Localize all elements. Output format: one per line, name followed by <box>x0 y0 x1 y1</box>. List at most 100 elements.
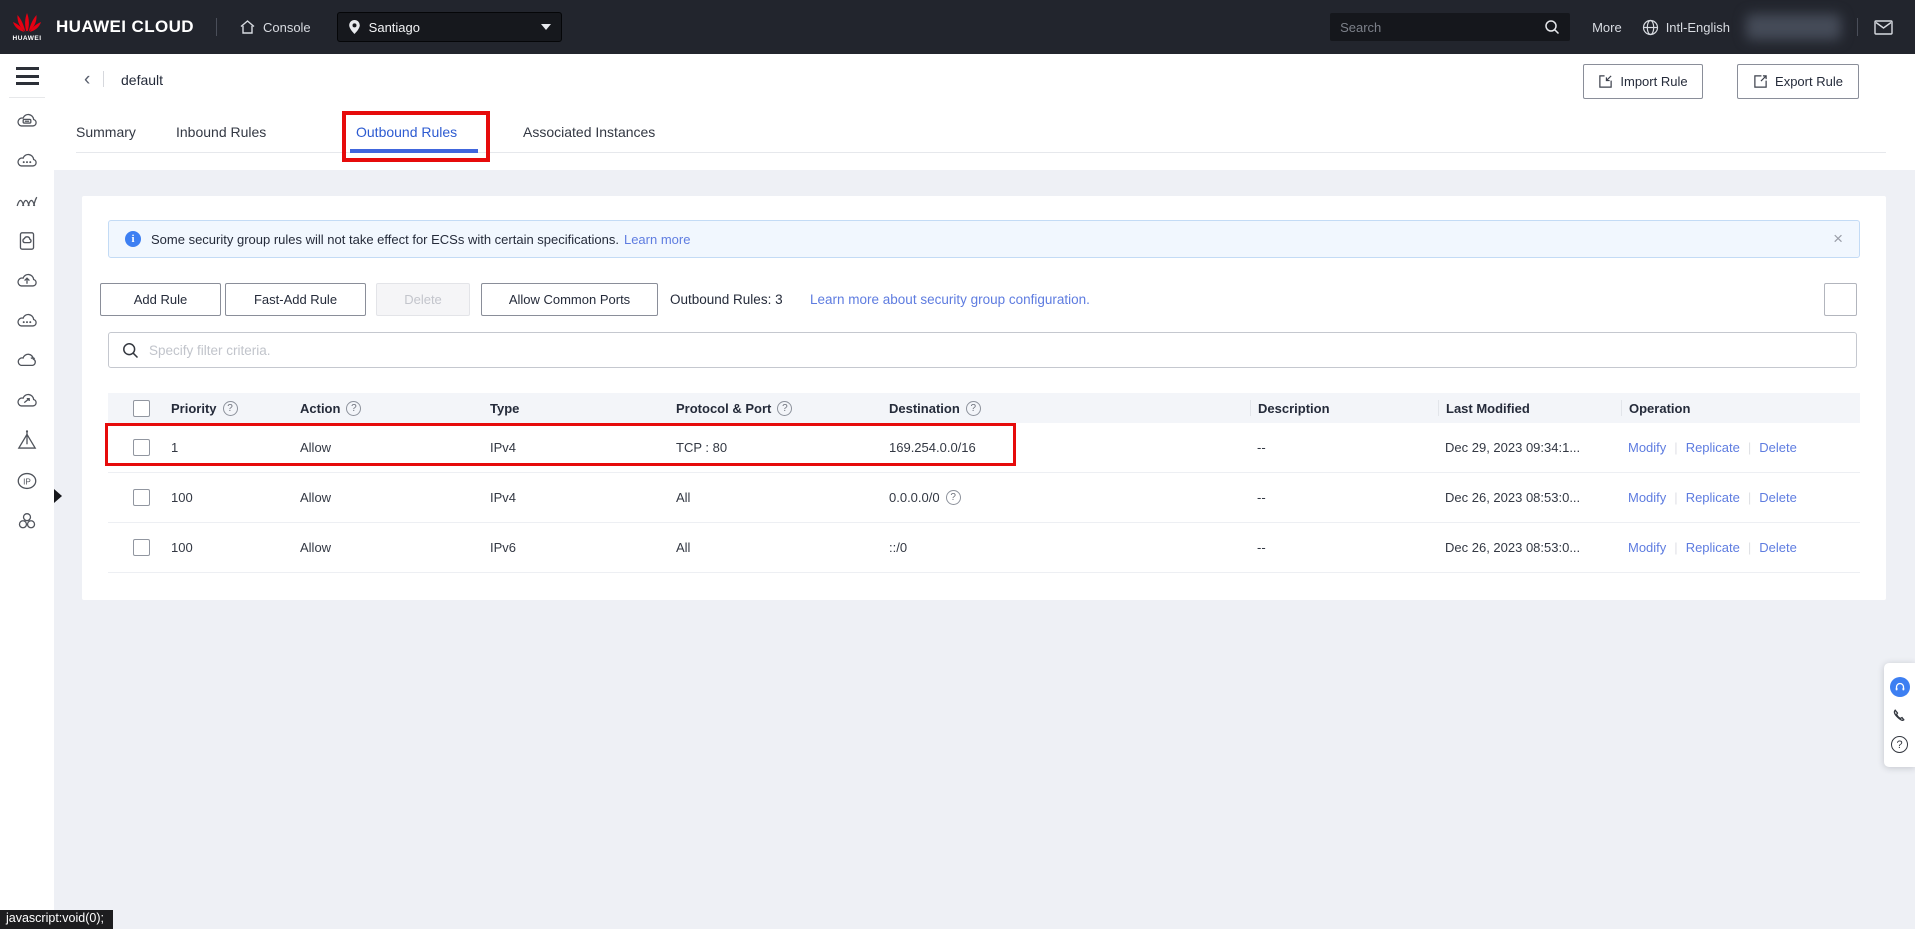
filter-bar[interactable] <box>108 332 1857 368</box>
help-icon[interactable]: ? <box>966 401 981 416</box>
auto-scaling-icon[interactable] <box>14 188 40 214</box>
phone-support-button[interactable] <box>1891 708 1908 725</box>
dedicated-host-icon[interactable] <box>14 428 40 454</box>
home-icon <box>239 19 256 35</box>
more-menu[interactable]: More <box>1592 20 1622 35</box>
col-action: Action <box>300 401 340 416</box>
operation-divider: | <box>1674 490 1677 505</box>
globe-icon <box>1642 19 1659 36</box>
operation-divider: | <box>1748 490 1751 505</box>
security-group-config-link[interactable]: Learn more about security group configur… <box>810 292 1090 307</box>
action-value: Allow <box>293 490 483 505</box>
last-modified-value: Dec 29, 2023 09:34:1... <box>1438 440 1621 455</box>
huawei-logo[interactable]: HUAWEI <box>12 12 42 42</box>
outbound-rules-panel: i Some security group rules will not tak… <box>82 196 1886 600</box>
modify-link[interactable]: Modify <box>1628 490 1666 505</box>
delete-link[interactable]: Delete <box>1759 540 1797 555</box>
hamburger-menu-icon[interactable] <box>16 67 39 85</box>
tab-outbound-rules[interactable]: Outbound Rules <box>356 124 457 140</box>
messages-button[interactable] <box>1874 20 1893 35</box>
col-description: Description <box>1258 401 1330 416</box>
vpc-cluster-icon[interactable] <box>14 508 40 534</box>
cloud-icon[interactable] <box>14 348 40 374</box>
tab-baseline <box>76 152 1886 153</box>
image-document-icon[interactable] <box>14 228 40 254</box>
filter-input[interactable] <box>149 343 1843 358</box>
modify-link[interactable]: Modify <box>1628 540 1666 555</box>
eip-icon[interactable]: IP <box>14 468 40 494</box>
row-checkbox[interactable] <box>133 439 150 456</box>
delete-link[interactable]: Delete <box>1759 490 1797 505</box>
fast-add-rule-button[interactable]: Fast-Add Rule <box>225 283 366 316</box>
replicate-link[interactable]: Replicate <box>1686 490 1740 505</box>
delete-link[interactable]: Delete <box>1759 440 1797 455</box>
phone-icon <box>1891 708 1908 725</box>
description-value: -- <box>1250 440 1438 455</box>
col-priority: Priority <box>171 401 217 416</box>
last-modified-value: Dec 26, 2023 08:53:0... <box>1438 540 1621 555</box>
row-checkbox[interactable] <box>133 489 150 506</box>
global-search-input[interactable] <box>1340 20 1544 35</box>
global-search[interactable] <box>1330 13 1570 41</box>
replicate-link[interactable]: Replicate <box>1686 540 1740 555</box>
table-row: 100 Allow IPv6 All ::/0 -- Dec 26, 2023 … <box>108 523 1860 573</box>
help-icon[interactable]: ? <box>346 401 361 416</box>
tab-associated-instances[interactable]: Associated Instances <box>523 124 655 140</box>
col-destination: Destination <box>889 401 960 416</box>
cloud-server-icon[interactable] <box>14 108 40 134</box>
type-value: IPv4 <box>483 440 669 455</box>
help-button[interactable]: ? <box>1891 736 1908 753</box>
description-value: -- <box>1250 540 1438 555</box>
action-value: Allow <box>293 440 483 455</box>
customer-service-button[interactable] <box>1890 677 1910 697</box>
rules-table: Priority? Action? Type Protocol & Port? … <box>108 393 1860 573</box>
cloud-dots-icon[interactable] <box>14 308 40 334</box>
tab-summary[interactable]: Summary <box>76 124 136 140</box>
cloud-transfer-icon[interactable] <box>14 388 40 414</box>
import-icon <box>1598 74 1613 89</box>
close-icon[interactable]: × <box>1833 231 1843 247</box>
question-mark-icon: ? <box>1891 736 1908 753</box>
console-nav-item[interactable]: Console <box>239 19 311 35</box>
delete-button-disabled[interactable]: Delete <box>376 283 470 316</box>
back-button[interactable]: ‹ <box>84 70 90 90</box>
description-value: -- <box>1250 490 1438 505</box>
cloud-container-icon[interactable] <box>14 148 40 174</box>
import-rule-button[interactable]: Import Rule <box>1583 64 1703 99</box>
sidebar-service-icons: IP <box>14 108 40 548</box>
select-all-checkbox[interactable] <box>133 400 150 417</box>
modify-link[interactable]: Modify <box>1628 440 1666 455</box>
last-modified-value: Dec 26, 2023 08:53:0... <box>1438 490 1621 505</box>
search-icon[interactable] <box>1544 19 1560 35</box>
col-protocol-port: Protocol & Port <box>676 401 771 416</box>
region-selector[interactable]: Santiago <box>337 12 562 42</box>
cloud-upload-icon[interactable] <box>14 268 40 294</box>
table-settings-button[interactable] <box>1824 283 1857 316</box>
add-rule-button[interactable]: Add Rule <box>100 283 221 316</box>
col-last-modified: Last Modified <box>1446 401 1530 416</box>
banner-learn-more-link[interactable]: Learn more <box>624 232 690 247</box>
tab-inbound-rules[interactable]: Inbound Rules <box>176 124 266 140</box>
action-value: Allow <box>293 540 483 555</box>
huawei-flower-icon <box>12 12 42 34</box>
location-pin-icon <box>348 19 361 35</box>
table-row: 100 Allow IPv4 All 0.0.0.0/0? -- Dec 26,… <box>108 473 1860 523</box>
customer-service-icon <box>1890 677 1910 697</box>
row-checkbox[interactable] <box>133 539 150 556</box>
type-value: IPv6 <box>483 540 669 555</box>
account-name-redacted[interactable] <box>1746 14 1841 40</box>
outbound-rules-count: Outbound Rules: 3 <box>670 292 783 307</box>
help-icon[interactable]: ? <box>777 401 792 416</box>
help-icon[interactable]: ? <box>223 401 238 416</box>
priority-value: 1 <box>164 440 293 455</box>
export-rule-button[interactable]: Export Rule <box>1737 64 1859 99</box>
nav-divider <box>216 18 217 36</box>
replicate-link[interactable]: Replicate <box>1686 440 1740 455</box>
operation-divider: | <box>1748 440 1751 455</box>
allow-common-ports-button[interactable]: Allow Common Ports <box>481 283 658 316</box>
sidebar-expand-arrow[interactable] <box>54 489 62 503</box>
language-selector[interactable]: Intl-English <box>1642 19 1730 36</box>
help-icon[interactable]: ? <box>946 490 961 505</box>
floating-help-widget: ? <box>1884 663 1915 767</box>
table-row: 1 Allow IPv4 TCP : 80 169.254.0.0/16 -- … <box>108 423 1860 473</box>
